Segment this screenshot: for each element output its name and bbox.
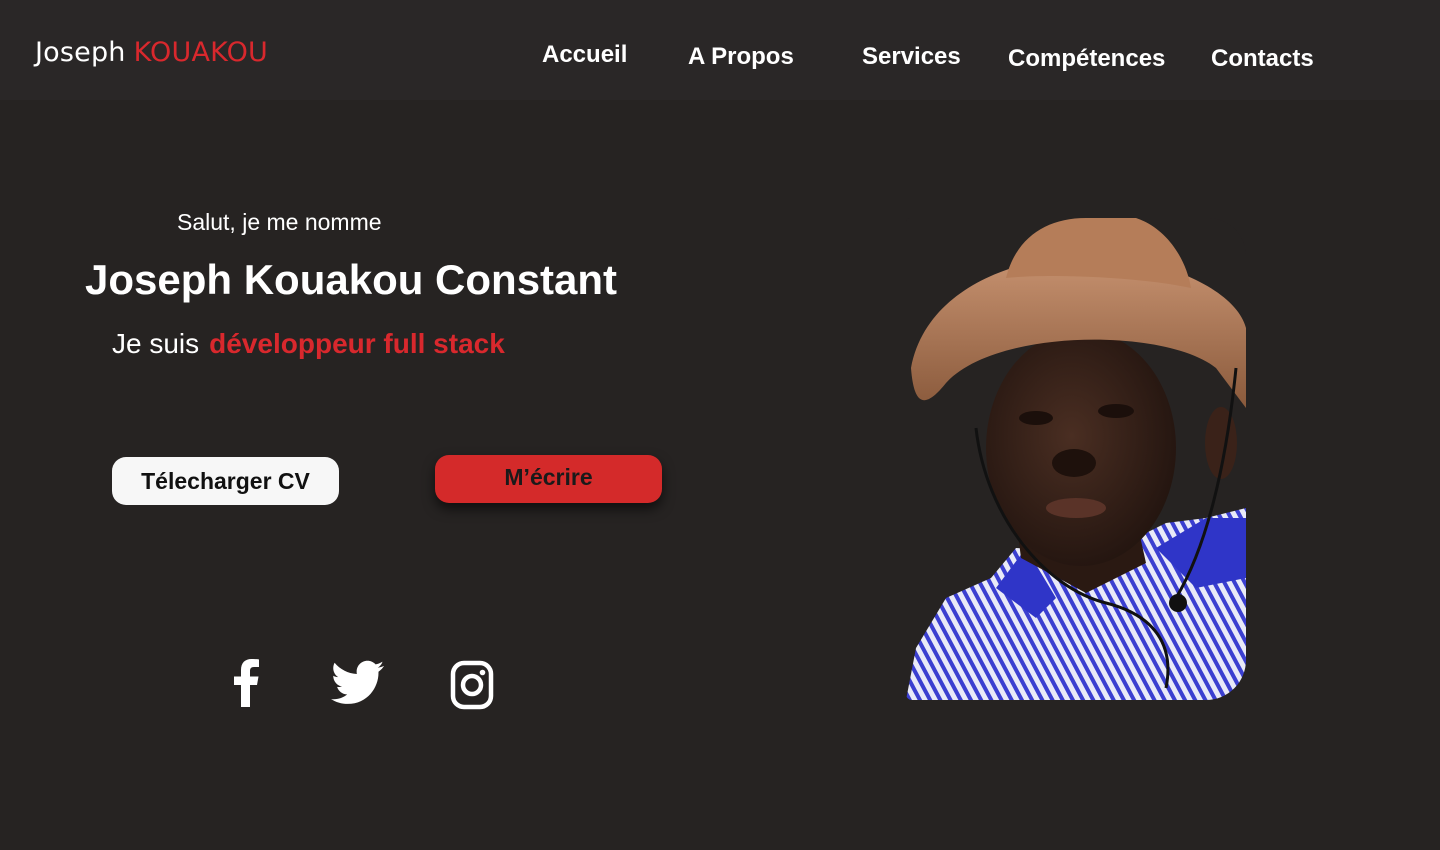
twitter-link[interactable] xyxy=(330,658,386,708)
logo-first-name: Joseph xyxy=(35,37,126,68)
hero-greeting: Salut, je me nomme xyxy=(177,209,382,235)
write-me-button[interactable]: M’écrire xyxy=(435,455,662,503)
top-navbar: Joseph KOUAKOU Accueil A Propos Services … xyxy=(0,0,1440,100)
portrait-photo xyxy=(906,218,1246,700)
instagram-link[interactable] xyxy=(448,657,496,711)
nav-services[interactable]: Services xyxy=(862,42,961,72)
download-cv-button[interactable]: Télecharger CV xyxy=(112,457,339,505)
nav-competences[interactable]: Compétences xyxy=(1008,44,1165,74)
facebook-icon xyxy=(234,659,259,707)
logo-last-name: KOUAKOU xyxy=(133,37,268,68)
role-title: développeur full stack xyxy=(209,328,505,359)
nav-a-propos[interactable]: A Propos xyxy=(688,42,794,72)
hero-role-line: Je suis développeur full stack xyxy=(112,326,505,362)
twitter-icon xyxy=(331,660,385,704)
nav-accueil[interactable]: Accueil xyxy=(542,40,627,70)
portrait-illustration xyxy=(906,218,1246,700)
site-logo[interactable]: Joseph KOUAKOU xyxy=(35,36,268,70)
nav-contacts[interactable]: Contacts xyxy=(1211,44,1314,74)
instagram-icon xyxy=(450,660,494,710)
facebook-link[interactable] xyxy=(228,656,264,708)
role-prefix: Je suis xyxy=(112,328,200,359)
hero-name: Joseph Kouakou Constant xyxy=(85,256,618,303)
